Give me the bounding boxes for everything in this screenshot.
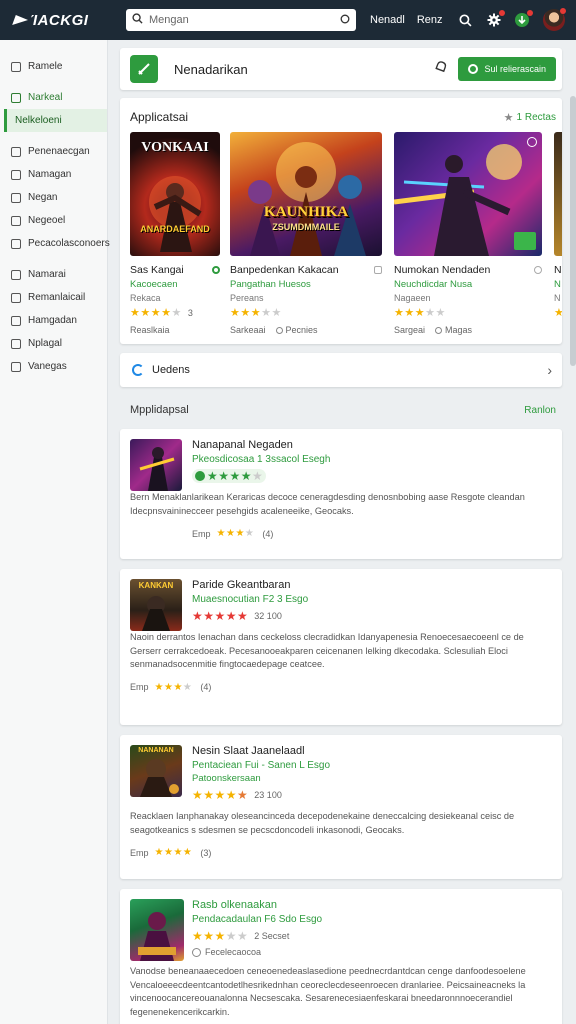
app-thumbnail: NANANAN [130, 745, 182, 797]
page-header: Nenadarikan Sul relierascain [120, 48, 562, 90]
top-bar: ΊΑCKGI Nenadl Renz [0, 0, 576, 40]
sidebar-item-10[interactable]: Hamgadan [0, 309, 107, 332]
globe-icon [275, 327, 283, 334]
notification-dot [498, 10, 505, 16]
search-icon [468, 64, 479, 74]
sidebar: Ramele Narkeal Nelkeloeni Penenaecgan Na… [0, 40, 110, 1024]
logo-icon [14, 13, 28, 27]
sidebar-item-11[interactable]: Nplagal [0, 332, 107, 355]
main-content: Nenadarikan Sul relierascain Applicatsai… [120, 48, 562, 1024]
rating-stars: ★★★★★ [230, 307, 282, 319]
verified-icon [212, 266, 220, 274]
search-icon[interactable] [457, 11, 475, 29]
section-link[interactable]: ★ 1 Rectas [504, 111, 556, 124]
avatar[interactable] [542, 8, 566, 31]
list-title: Mpplidapsal [130, 404, 189, 416]
card-icon [11, 338, 21, 349]
page-title: Nenadarikan [174, 61, 248, 77]
list-item[interactable]: KANKAN Paride Gkeantbaran Muaesnocutian … [120, 569, 562, 725]
sidebar-item-4[interactable]: Namagan [0, 163, 107, 186]
bookmark-icon [374, 266, 382, 274]
sidebar-item-9[interactable]: Remanlaicail [0, 286, 107, 309]
app-thumbnail [130, 439, 182, 491]
sidebar-item-8[interactable]: Namarai [0, 263, 107, 286]
top-link-0[interactable]: Nenadl [370, 14, 405, 26]
info-icon [534, 266, 542, 274]
info-icon [527, 137, 537, 147]
sidebar-item-2[interactable]: Nelkeloeni [4, 109, 107, 132]
apps-section: Applicatsai ★ 1 Rectas VONKAAI ANARDAEFAN… [120, 98, 562, 344]
globe-icon [192, 947, 201, 957]
list-item[interactable]: NANANAN Nesin Slaat Jaanelaadl Pentaciea… [120, 735, 562, 879]
refresh-icon [132, 364, 144, 376]
star-icon: ★ [503, 111, 514, 124]
list-item[interactable]: Nanapanal Negaden Pkeosdicosaa 1 3ssacol… [120, 429, 562, 559]
rating-stars: ★★★★ ★ 23 100 [192, 788, 282, 802]
scrollbar[interactable] [570, 96, 576, 366]
check-icon [11, 192, 21, 203]
app-logo[interactable]: ΊΑCKGI [14, 12, 110, 29]
box-icon [11, 315, 21, 326]
bell-icon[interactable] [434, 60, 448, 79]
primary-action-button[interactable]: Sul relierascain [458, 57, 556, 81]
rating-stars: ★★★ ★★ 2 Secset [192, 929, 290, 943]
section-title: Applicatsai [130, 110, 189, 124]
sidebar-item-1[interactable]: Narkeal [0, 86, 107, 109]
globe-icon [435, 327, 443, 334]
app-tile[interactable]: Numokan Nendaden Neuchdicdar Nusa Nagaee… [394, 132, 542, 335]
top-link-1[interactable]: Renz [417, 14, 443, 26]
file-icon [11, 146, 21, 157]
list-icon [11, 269, 21, 280]
app-tile[interactable]: VONKAAI ANARDAEFAND Sas Kangai Kacoecaen… [130, 132, 220, 335]
notification-dot [526, 10, 533, 16]
rating-stars: ★★★★★ [192, 469, 552, 483]
search-clear-icon[interactable] [340, 11, 350, 29]
sidebar-item-0[interactable]: Ramele [0, 55, 107, 78]
gear-icon[interactable] [485, 10, 505, 29]
rating-stars: ★★★★★ [394, 307, 446, 319]
list-link[interactable]: Ranlon [524, 405, 556, 416]
rating-stars: ★★★★★ 32 100 [192, 609, 282, 623]
list-icon [11, 61, 21, 72]
app-tile[interactable]: N N N ★★ [554, 132, 562, 319]
doc-icon [11, 238, 21, 249]
folder-icon [11, 169, 21, 180]
store-icon [130, 55, 158, 83]
search-icon [132, 11, 143, 29]
sidebar-item-3[interactable]: Penenaecgan [0, 140, 107, 163]
search-input[interactable] [149, 14, 340, 26]
sidebar-item-7[interactable]: Pecacolasconoers [0, 232, 110, 255]
tag-icon [11, 215, 21, 226]
search-box[interactable] [126, 9, 356, 31]
app-thumbnail: KANKAN [130, 579, 182, 631]
logo-text: ΊΑCKGI [30, 11, 89, 29]
list-item[interactable]: Rasb olkenaakan Pendacadaulan F6 Sdo Esg… [120, 889, 562, 1024]
app-thumbnail [130, 899, 184, 961]
sidebar-item-12[interactable]: Vanegas [0, 355, 107, 378]
sidebar-item-6[interactable]: Negeoel [0, 209, 107, 232]
download-icon[interactable] [513, 10, 533, 29]
notification-dot [559, 8, 566, 14]
grid-icon [11, 92, 21, 103]
rating-stars: ★★★★★ 3 [130, 307, 193, 319]
app-artwork [554, 132, 562, 256]
updates-row[interactable]: Uedens › [120, 353, 562, 387]
chevron-right-icon: › [547, 362, 552, 378]
sidebar-item-5[interactable]: Negan [0, 186, 107, 209]
app-artwork: KAUNHIKA ZSUMDMMAILE [230, 132, 382, 256]
app-artwork: VONKAAI ANARDAEFAND [130, 132, 220, 256]
image-icon [11, 361, 21, 372]
app-tile[interactable]: KAUNHIKA ZSUMDMMAILE Banpedenkan Kakacan… [230, 132, 382, 335]
calendar-icon [11, 292, 21, 303]
app-artwork [394, 132, 542, 256]
